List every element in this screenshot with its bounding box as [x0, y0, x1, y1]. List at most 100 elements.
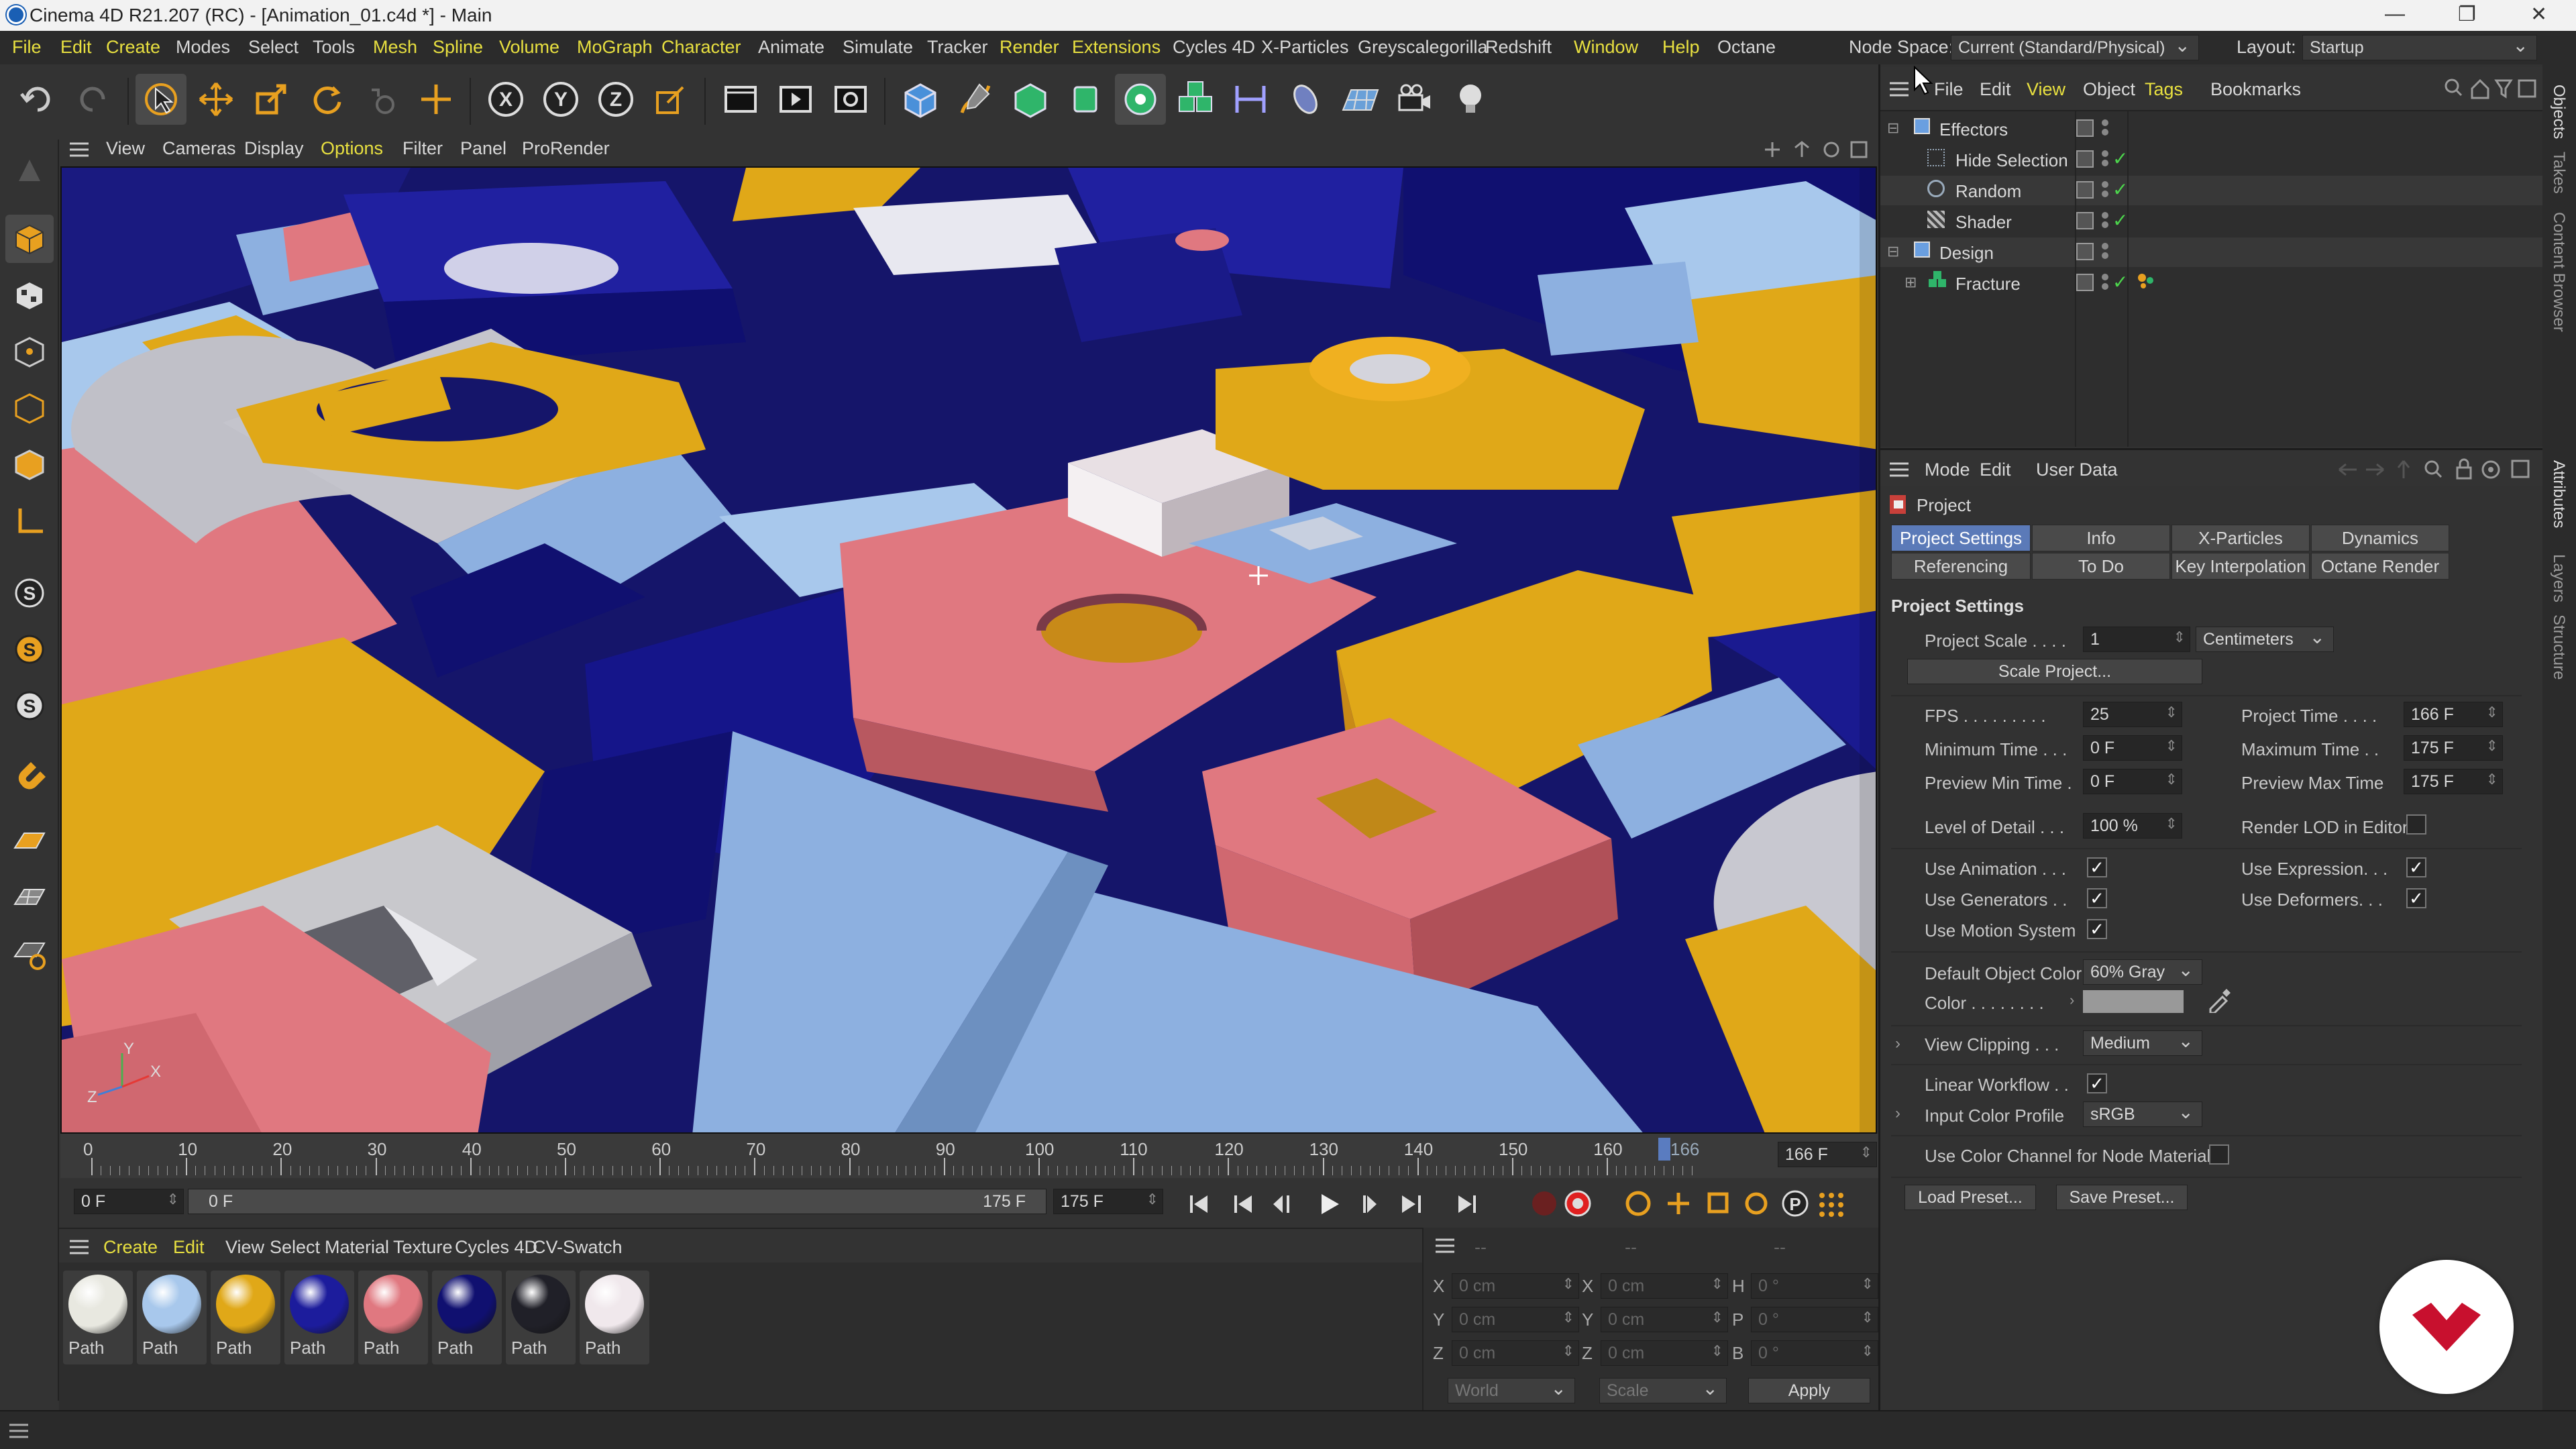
use-generators-checkbox[interactable]: ✓ — [2087, 888, 2107, 908]
render-settings-icon[interactable] — [825, 74, 876, 125]
project-scale-field[interactable]: 1 — [2083, 627, 2190, 652]
eyedropper-icon[interactable] — [2206, 986, 2233, 1018]
playhead[interactable] — [1658, 1138, 1670, 1161]
hamburger-icon[interactable] — [68, 141, 90, 163]
deformer-icon[interactable] — [1225, 74, 1276, 125]
tab-to-do[interactable]: To Do — [2032, 553, 2170, 580]
axis-tool-icon[interactable] — [411, 74, 462, 125]
menu-animate[interactable]: Animate — [758, 37, 824, 58]
object-menu-tags[interactable]: Tags — [2145, 79, 2183, 100]
material-menu-select[interactable]: Select — [270, 1237, 320, 1258]
material-menu-create[interactable]: Create — [103, 1237, 158, 1258]
scale-project-button[interactable]: Scale Project... — [1907, 659, 2202, 684]
menu-select[interactable]: Select — [248, 37, 299, 58]
object-row-hide-selection[interactable]: Hide Selection — [1880, 145, 2542, 174]
polygons-mode-icon[interactable] — [5, 440, 54, 488]
menu-mesh[interactable]: Mesh — [373, 37, 417, 58]
current-frame-field[interactable]: 166 F — [1778, 1142, 1877, 1167]
layer-flag[interactable] — [2076, 212, 2094, 229]
record-icons[interactable] — [1527, 1186, 1594, 1227]
scale-mode-dropdown[interactable]: Scale — [1599, 1377, 1727, 1403]
material-swatch[interactable]: Path — [211, 1271, 280, 1364]
object-row-effectors[interactable]: ⊟ Effectors — [1880, 114, 2542, 144]
undo-icon[interactable] — [12, 74, 63, 125]
menu-extensions[interactable]: Extensions — [1072, 37, 1161, 58]
material-menu-cv-swatch[interactable]: CV-Swatch — [533, 1237, 623, 1258]
y-axis-lock-icon[interactable]: Y — [535, 74, 586, 125]
object-row-fracture[interactable]: ⊞ Fracture — [1880, 268, 2542, 298]
coord-size-field[interactable]: 0 cm — [1601, 1273, 1728, 1299]
model-mode-icon[interactable] — [5, 215, 54, 263]
end-frame-field[interactable]: 175 F — [1053, 1189, 1163, 1214]
material-swatch[interactable]: Path — [284, 1271, 354, 1364]
enabled-check-icon[interactable]: ✓ — [2112, 148, 2128, 170]
snapping-icon-2[interactable]: S — [5, 625, 54, 674]
minimize-button[interactable]: — — [2385, 3, 2405, 25]
expand-toggle-icon[interactable]: ⊞ — [1904, 274, 1917, 291]
expand-toggle-icon[interactable]: ⊟ — [1887, 119, 1899, 137]
color-swatch[interactable] — [2083, 990, 2184, 1013]
start-frame-field[interactable]: 0 F — [74, 1189, 184, 1214]
layer-flag[interactable] — [2076, 274, 2094, 291]
fracture-icon[interactable] — [1170, 74, 1221, 125]
menu-file[interactable]: File — [12, 37, 42, 58]
expand-toggle-icon[interactable]: ⊟ — [1887, 243, 1899, 260]
material-menu-edit[interactable]: Edit — [173, 1237, 205, 1258]
editor-visibility-dot[interactable] — [2102, 181, 2108, 188]
coord-position-field[interactable]: 0 cm — [1452, 1307, 1579, 1332]
attribute-menu-user-data[interactable]: User Data — [2036, 460, 2118, 480]
menu-render[interactable]: Render — [1000, 37, 1059, 58]
object-menu-view[interactable]: View — [2027, 79, 2065, 100]
lod-field[interactable]: 100 % — [2083, 813, 2182, 839]
render-lod-checkbox[interactable] — [2406, 814, 2426, 835]
side-tab-objects[interactable]: Objects — [2549, 85, 2568, 139]
use-motion-checkbox[interactable]: ✓ — [2087, 919, 2107, 939]
z-axis-lock-icon[interactable]: Z — [590, 74, 641, 125]
3d-viewport[interactable]: Y X Z — [60, 166, 1877, 1134]
object-row-random[interactable]: Random — [1880, 176, 2542, 205]
field-icon[interactable] — [1280, 74, 1331, 125]
menu-tracker[interactable]: Tracker — [927, 37, 988, 58]
make-editable-icon[interactable] — [5, 146, 54, 195]
viewport-menu-view[interactable]: View — [106, 138, 145, 159]
menu-help[interactable]: Help — [1662, 37, 1700, 58]
material-swatch[interactable]: Path — [432, 1271, 502, 1364]
object-menu-bookmarks[interactable]: Bookmarks — [2210, 79, 2301, 100]
layer-flag[interactable] — [2076, 181, 2094, 199]
side-tab-takes[interactable]: Takes — [2549, 152, 2568, 194]
render-region-icon[interactable] — [715, 74, 766, 125]
tab-x-particles[interactable]: X-Particles — [2171, 525, 2310, 551]
menu-greyscalegorilla[interactable]: Greyscalegorilla — [1358, 37, 1488, 58]
tab-project-settings[interactable]: Project Settings — [1891, 525, 2031, 551]
timeline-ruler[interactable]: 0 10 20 30 40 50 60 70 80 90 100 110 120 130 140 150 160… — [60, 1134, 1878, 1178]
max-time-field[interactable]: 175 F — [2404, 735, 2503, 761]
tab-dynamics[interactable]: Dynamics — [2311, 525, 2449, 551]
object-menu-edit[interactable]: Edit — [1980, 79, 2011, 100]
restore-button[interactable]: ❐ — [2458, 3, 2476, 26]
layer-flag[interactable] — [2076, 243, 2094, 260]
color-channel-checkbox[interactable] — [2209, 1144, 2229, 1165]
menu-octane[interactable]: Octane — [1717, 37, 1776, 58]
use-expression-checkbox[interactable]: ✓ — [2406, 857, 2426, 877]
viewport-menu-panel[interactable]: Panel — [460, 138, 506, 159]
menu-simulate[interactable]: Simulate — [843, 37, 913, 58]
light-icon[interactable] — [1445, 74, 1496, 125]
render-visibility-dot[interactable] — [2102, 221, 2108, 228]
load-preset-button[interactable]: Load Preset... — [1904, 1185, 2036, 1210]
linear-workflow-checkbox[interactable]: ✓ — [2087, 1073, 2107, 1093]
menu-window[interactable]: Window — [1574, 37, 1638, 58]
rotate-tool-icon[interactable] — [301, 74, 352, 125]
side-tab-content-browser[interactable]: Content Browser — [2549, 212, 2568, 332]
enabled-check-icon[interactable]: ✓ — [2112, 209, 2128, 231]
menu-volume[interactable]: Volume — [499, 37, 559, 58]
render-visibility-dot[interactable] — [2102, 252, 2108, 259]
menu-modes[interactable]: Modes — [176, 37, 230, 58]
render-visibility-dot[interactable] — [2102, 160, 2108, 166]
edges-mode-icon[interactable] — [5, 384, 54, 432]
cube-icon[interactable] — [895, 74, 946, 125]
move-tool-icon[interactable] — [191, 74, 241, 125]
object-row-shader[interactable]: Shader — [1880, 207, 2542, 236]
project-time-field[interactable]: 166 F — [2404, 702, 2503, 727]
objects-hamburger-icon[interactable] — [1888, 80, 1910, 103]
apply-button[interactable]: Apply — [1748, 1378, 1870, 1403]
